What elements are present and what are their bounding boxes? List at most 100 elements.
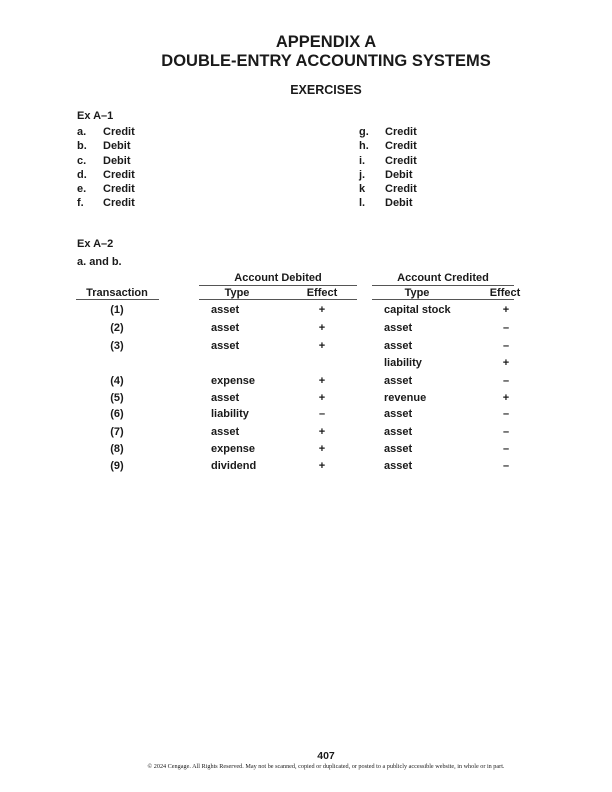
answer-label: i.: [359, 154, 366, 167]
answer-value: Credit: [385, 140, 417, 153]
ex-a2-heading: Ex A–2: [77, 238, 114, 250]
answer-item: b. Debit: [77, 139, 277, 153]
answer-item: j. Debit: [359, 168, 559, 182]
credited-type: capital stock: [384, 304, 451, 316]
credited-header-rule: [372, 299, 514, 300]
credited-effect: –: [502, 408, 510, 420]
answer-value: Debit: [385, 168, 413, 181]
debited-effect-header: Effect: [306, 287, 338, 299]
answer-value: Credit: [385, 183, 417, 196]
transaction-number: (5): [110, 392, 124, 404]
credited-effect: +: [502, 392, 510, 404]
debited-type: expense: [211, 443, 256, 455]
ex-a1-right-list: g. Credit h. Credit i. Credit j. Debit k Credit l.…: [359, 125, 559, 211]
appendix-title: APPENDIX A: [275, 33, 377, 51]
transaction-number: (2): [110, 322, 124, 334]
transaction-number: (3): [110, 340, 124, 352]
credited-type: revenue: [384, 392, 427, 404]
transaction-number: (8): [110, 443, 124, 455]
credited-type: asset: [384, 408, 413, 420]
appendix-subtitle: DOUBLE-ENTRY ACCOUNTING SYSTEMS: [161, 52, 491, 70]
debited-type: asset: [211, 392, 240, 404]
credited-effect-header: Effect: [489, 287, 521, 299]
answer-item: a. Credit: [77, 125, 277, 139]
credited-type: asset: [384, 375, 413, 387]
answer-label: j.: [359, 168, 366, 181]
debited-type: asset: [211, 322, 240, 334]
answer-value: Credit: [103, 168, 135, 181]
debited-effect: –: [318, 408, 326, 420]
transaction-number: (4): [110, 375, 124, 387]
ex-a1-left-list: a. Credit b. Debit c. Debit d. Credit e. Credit f.…: [77, 125, 277, 211]
answer-item: f. Credit: [77, 196, 277, 210]
debited-effect: +: [318, 443, 326, 455]
answer-item: k Credit: [359, 182, 559, 196]
answer-label: h.: [359, 140, 369, 153]
debited-group-rule: [199, 285, 357, 286]
answer-label: f.: [77, 197, 84, 210]
credited-group-rule: [372, 285, 514, 286]
transaction-number: (9): [110, 460, 124, 472]
answer-item: d. Credit: [77, 168, 277, 182]
credited-effect: –: [502, 340, 510, 352]
page-number: 407: [317, 750, 335, 762]
answer-item: l. Debit: [359, 196, 559, 210]
debited-effect: +: [318, 375, 326, 387]
account-debited-header: Account Debited: [234, 272, 322, 284]
debited-effect: +: [318, 460, 326, 472]
answer-value: Credit: [103, 183, 135, 196]
account-credited-header: Account Credited: [397, 272, 489, 284]
debited-effect: +: [318, 426, 326, 438]
answer-item: e. Credit: [77, 182, 277, 196]
debited-effect: +: [318, 340, 326, 352]
debited-type-header: Type: [224, 287, 250, 299]
answer-label: c.: [77, 154, 87, 167]
answer-value: Credit: [385, 126, 417, 138]
credited-effect: –: [502, 322, 510, 334]
answer-value: Debit: [103, 140, 131, 153]
answer-item: c. Debit: [77, 154, 277, 168]
answer-label: k: [359, 183, 366, 196]
debited-effect: +: [318, 304, 326, 316]
transaction-number: (6): [110, 408, 124, 420]
debited-type: asset: [211, 340, 240, 352]
credited-type: asset: [384, 426, 413, 438]
debited-type: asset: [211, 426, 240, 438]
answer-item: g. Credit: [359, 125, 559, 139]
section-heading: EXERCISES: [290, 83, 362, 97]
credited-type: asset: [384, 322, 413, 334]
credited-effect: +: [502, 357, 510, 369]
answer-value: Credit: [103, 197, 135, 210]
answer-label: e.: [77, 183, 87, 196]
credited-type: liability: [384, 357, 422, 369]
debited-type: dividend: [211, 460, 257, 472]
transaction-header-rule: [76, 299, 159, 300]
answer-value: Debit: [103, 154, 131, 167]
credited-effect: –: [502, 375, 510, 387]
debited-type: expense: [211, 375, 256, 387]
answer-value: Credit: [103, 126, 135, 138]
transaction-number: (7): [110, 426, 124, 438]
debited-effect: +: [318, 322, 326, 334]
credited-type: asset: [384, 340, 413, 352]
credited-type-header: Type: [404, 287, 430, 299]
debited-type: asset: [211, 304, 240, 316]
debited-header-rule: [199, 299, 357, 300]
answer-value: Debit: [385, 197, 413, 210]
credited-effect: –: [502, 443, 510, 455]
credited-type: asset: [384, 443, 413, 455]
ex-a1-heading: Ex A–1: [77, 110, 114, 122]
ex-a2-subheading: a. and b.: [77, 256, 122, 268]
credited-effect: –: [502, 426, 510, 438]
transaction-column-header: Transaction: [86, 287, 148, 299]
credited-effect: –: [502, 460, 510, 472]
copyright-notice: © 2024 Cengage. All Rights Reserved. May…: [147, 763, 505, 770]
answer-label: g.: [359, 126, 369, 138]
answer-label: l.: [359, 197, 366, 210]
answer-item: i. Credit: [359, 154, 559, 168]
answer-label: b.: [77, 140, 87, 153]
debited-type: liability: [211, 408, 249, 420]
transaction-number: (1): [110, 304, 124, 316]
credited-type: asset: [384, 460, 413, 472]
debited-effect: +: [318, 392, 326, 404]
